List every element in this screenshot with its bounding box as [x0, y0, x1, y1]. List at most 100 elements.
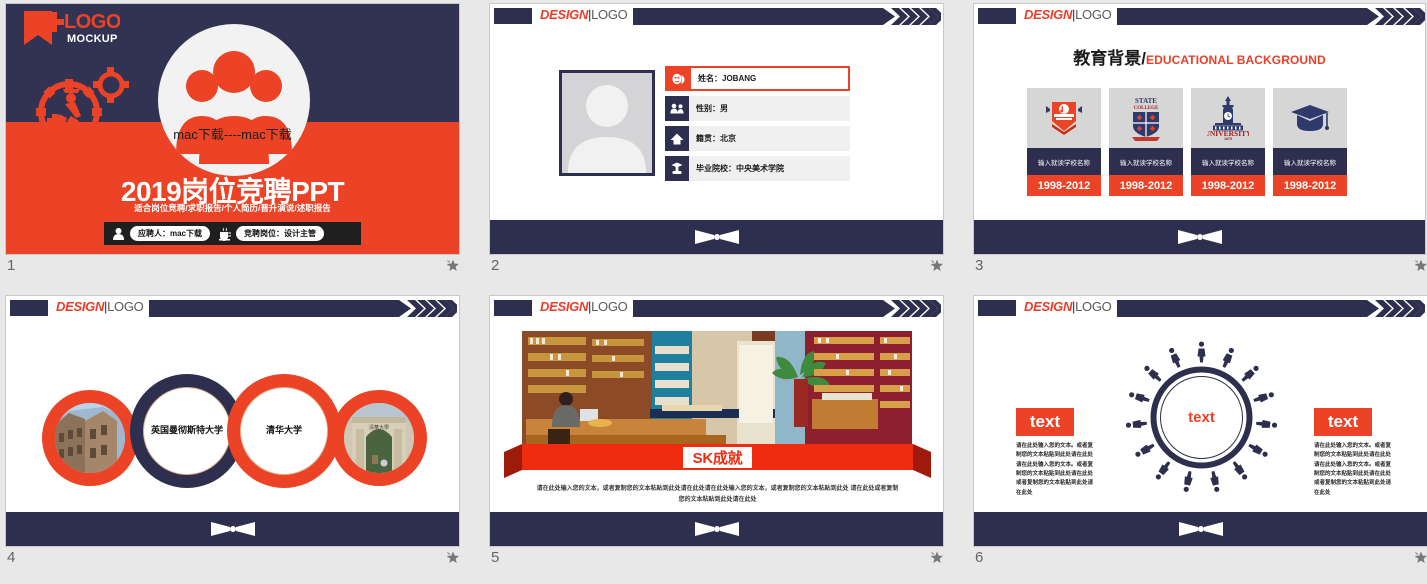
- left-body-text: 请在此处输入您的文本。或者复制您的文本粘贴到此处请在此处请在此处输入您的文本。或…: [1016, 443, 1094, 496]
- slide-meta-6: 6: [973, 550, 1427, 578]
- watermark-text: mac下载----mac下载: [173, 127, 292, 142]
- presenter-info-bar: 应聘人：mac下载 竞聘岗位：设计主管: [104, 222, 361, 245]
- university-name-tsinghua: 清华大学: [240, 387, 328, 475]
- education-card-years: 1998-2012: [1027, 175, 1101, 196]
- slide-caption-5: 请在此处输入您的文本，或者复制您的文本粘贴到此处请在此处请在此处输入您的文本，或…: [535, 484, 900, 505]
- slide-header-2: DESIGN|LOGO: [490, 4, 943, 30]
- slide-thumbnail-5[interactable]: DESIGN|LOGO SK成就 请在此处输入您的文本，或者复制您的文本粘贴到此…: [489, 295, 944, 547]
- position-pill: 竞聘岗位：设计主管: [236, 226, 325, 241]
- slide-meta-1: 1: [5, 258, 460, 286]
- manchester-building-photo: [55, 403, 125, 473]
- slide-meta-3: 3: [973, 258, 1427, 286]
- header-arrow-bar: [1117, 8, 1425, 25]
- field-row-gender[interactable]: 性别：男: [665, 96, 850, 121]
- coffee-cup-icon: [219, 227, 232, 241]
- education-card-name: 输入就读学校名称: [1027, 148, 1101, 175]
- header-left-block: [494, 8, 532, 24]
- header-logo: DESIGN|LOGO: [56, 299, 144, 314]
- applicant-pill: 应聘人：mac下载: [130, 226, 211, 241]
- slide-number: 5: [491, 549, 500, 566]
- slide-cell-6: DESIGN|LOGO text text text 请在此处输入您的文本。或者…: [968, 292, 1427, 584]
- left-text-badge[interactable]: text: [1016, 408, 1074, 436]
- slide-thumbnail-grid: LOGO MOCKUP mac下载----mac下载 2019岗位竞聘PPT 适…: [0, 0, 1427, 584]
- profile-field-list: 姓名：JOBANG 性别：男 籍贯：北京 毕业院校：中央美术学院: [665, 66, 850, 186]
- header-logo: DESIGN|LOGO: [1024, 299, 1112, 314]
- section-title-cn: 教育背景/: [1073, 49, 1146, 68]
- header-left-block: [494, 300, 532, 316]
- person-icon: [113, 227, 124, 240]
- education-card-years: 1998-2012: [1273, 175, 1347, 196]
- home-icon: [665, 126, 689, 151]
- slide-footer-4: [6, 512, 459, 546]
- university-circle-photo-1[interactable]: [42, 390, 138, 486]
- star-icon[interactable]: [1414, 258, 1427, 272]
- education-card[interactable]: 输入就读学校名称 1998-2012: [1273, 88, 1347, 196]
- star-icon[interactable]: [446, 258, 460, 272]
- header-logo-text: LOGO: [591, 7, 628, 22]
- star-icon[interactable]: [930, 550, 944, 564]
- bowtie-icon: [694, 230, 739, 244]
- header-left-block: [978, 300, 1016, 316]
- header-arrow-bar: [1117, 300, 1425, 317]
- section-title-en: EDUCATIONAL BACKGROUND: [1145, 53, 1326, 67]
- header-design-text: DESIGN: [540, 299, 589, 314]
- field-value-name: 姓名：JOBANG: [691, 68, 848, 89]
- svg-text:STATE: STATE: [1135, 97, 1157, 105]
- graduate-icon: [665, 156, 689, 181]
- slide-cell-1: LOGO MOCKUP mac下载----mac下载 2019岗位竞聘PPT 适…: [0, 0, 484, 292]
- university-circle-text-2[interactable]: 清华大学: [227, 374, 341, 488]
- slide-cell-5: DESIGN|LOGO SK成就 请在此处输入您的文本，或者复制您的文本粘贴到此…: [484, 292, 968, 584]
- star-icon[interactable]: [1414, 550, 1427, 564]
- section-title-education: 教育背景/EDUCATIONAL BACKGROUND: [974, 44, 1425, 69]
- bowtie-icon: [1177, 230, 1222, 244]
- education-card-years: 1998-2012: [1191, 175, 1265, 196]
- star-icon[interactable]: [930, 258, 944, 272]
- slide-number: 3: [975, 257, 984, 274]
- university-circle-photo-2[interactable]: 清華大學: [331, 390, 427, 486]
- slide-cell-4: DESIGN|LOGO 英国曼彻斯特大学 清华大学 清華大學 4: [0, 292, 484, 584]
- bowtie-icon: [694, 522, 739, 536]
- field-row-hometown[interactable]: 籍贯：北京: [665, 126, 850, 151]
- education-card[interactable]: STATE COLLEGE 输入就读学校名称 1998-2012: [1109, 88, 1183, 196]
- slide-footer-2: [490, 220, 943, 254]
- header-design-text: DESIGN: [1024, 299, 1073, 314]
- slide-thumbnail-4[interactable]: DESIGN|LOGO 英国曼彻斯特大学 清华大学 清華大學: [5, 295, 460, 547]
- header-arrow-bar: [633, 8, 941, 25]
- education-card-name: 输入就读学校名称: [1109, 148, 1183, 175]
- education-card[interactable]: UNIVERSITY 1875 输入就读学校名称 1998-2012: [1191, 88, 1265, 196]
- header-logo: DESIGN|LOGO: [1024, 7, 1112, 22]
- education-card-row: 输入就读学校名称 1998-2012 STATE COLLEGE 输入就读学校名…: [1027, 88, 1347, 196]
- person-silhouette-icon: [562, 73, 652, 173]
- field-row-school[interactable]: 毕业院校：中央美术学院: [665, 156, 850, 181]
- header-design-text: DESIGN: [56, 299, 105, 314]
- field-value-gender: 性别：男: [689, 96, 850, 121]
- svg-text:LOGO: LOGO: [64, 11, 120, 33]
- slide-footer-6: [974, 512, 1427, 546]
- star-icon[interactable]: [446, 550, 460, 564]
- header-logo-text: LOGO: [1075, 7, 1112, 22]
- slide-thumbnail-6[interactable]: DESIGN|LOGO text text text 请在此处输入您的文本。或者…: [973, 295, 1427, 547]
- graduation-cap-icon: [1273, 88, 1347, 148]
- slide-thumbnail-2[interactable]: DESIGN|LOGO 姓名：JOBANG 性别：男 籍贯：北京 毕业院校：中央…: [489, 3, 944, 255]
- education-card-name: 输入就读学校名称: [1191, 148, 1265, 175]
- header-left-block: [10, 300, 48, 316]
- education-card-name: 输入就读学校名称: [1273, 148, 1347, 175]
- university-circle-row: 英国曼彻斯特大学 清华大学 清華大學: [42, 374, 427, 494]
- slide-thumbnail-3[interactable]: DESIGN|LOGO 教育背景/EDUCATIONAL BACKGROUND: [973, 3, 1426, 255]
- library-photo: [522, 331, 912, 456]
- education-card[interactable]: 输入就读学校名称 1998-2012: [1027, 88, 1101, 196]
- slide-header-3: DESIGN|LOGO: [974, 4, 1425, 30]
- field-row-name[interactable]: 姓名：JOBANG: [665, 66, 850, 91]
- slide-number: 2: [491, 257, 500, 274]
- svg-text:COLLEGE: COLLEGE: [1134, 106, 1159, 111]
- right-text-badge[interactable]: text: [1314, 408, 1372, 436]
- slide-thumbnail-1[interactable]: LOGO MOCKUP mac下载----mac下载 2019岗位竞聘PPT 适…: [5, 3, 460, 255]
- university-name-manchester: 英国曼彻斯特大学: [143, 387, 231, 475]
- slide-number: 6: [975, 549, 984, 566]
- svg-text:1875: 1875: [1224, 137, 1232, 141]
- slide-cell-2: DESIGN|LOGO 姓名：JOBANG 性别：男 籍贯：北京 毕业院校：中央…: [484, 0, 968, 292]
- caption-line-1: 请在此处输入您的文本，或者复制您的文本粘贴到此处请在此处请在此处输入您的文本，或…: [536, 486, 849, 492]
- svg-text:清華大學: 清華大學: [369, 424, 389, 431]
- header-left-block: [978, 8, 1016, 24]
- slide-header-5: DESIGN|LOGO: [490, 296, 943, 322]
